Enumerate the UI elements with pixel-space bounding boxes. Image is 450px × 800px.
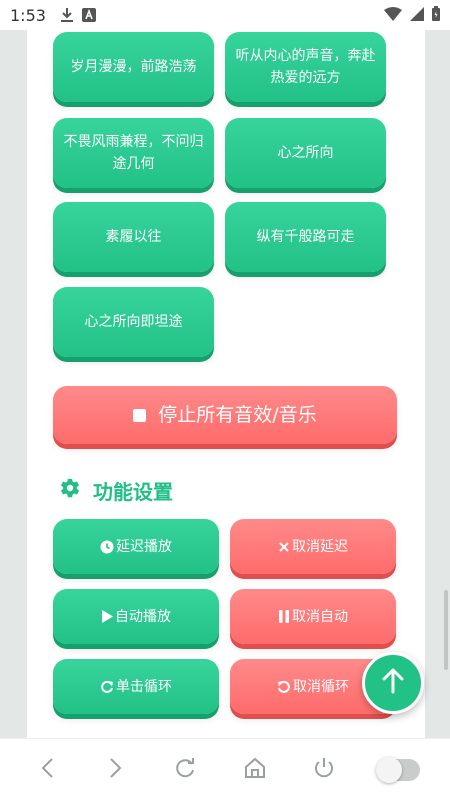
sound-button-label: 听从内心的声音，奔赴热爱的远方 (235, 48, 376, 86)
sound-button-label: 不畏风雨兼程，不问归途几何 (63, 134, 204, 172)
forward-icon (109, 757, 123, 783)
download-icon (60, 7, 74, 23)
sound-button-label: 纵有千般路可走 (256, 229, 355, 245)
cancel-delay-label: 取消延迟 (292, 538, 348, 555)
x-icon (278, 541, 290, 553)
refresh-button[interactable] (165, 750, 205, 790)
delay-play-button[interactable]: 延迟播放 (53, 519, 219, 574)
bottom-nav-bar (0, 738, 450, 800)
sound-button-label: 素履以往 (105, 229, 162, 245)
status-time: 1:53 (10, 5, 46, 25)
click-loop-label: 单击循环 (116, 678, 172, 695)
auto-play-label: 自动播放 (115, 608, 171, 625)
stop-all-button[interactable]: 停止所有音效/音乐 (53, 386, 397, 444)
home-button[interactable] (235, 750, 275, 790)
gear-icon (59, 477, 93, 504)
cancel-delay-button[interactable]: 取消延迟 (230, 519, 396, 574)
sound-button-label: 心之所向 (277, 145, 334, 161)
sound-button-2[interactable]: 听从内心的声音，奔赴热爱的远方 (225, 32, 386, 102)
undo-icon (277, 680, 291, 694)
scroll-to-top-button[interactable] (362, 652, 424, 714)
wifi-icon (384, 6, 402, 25)
click-loop-button[interactable]: 单击循环 (53, 659, 219, 714)
battery-icon (432, 5, 440, 25)
a-box-icon (81, 8, 96, 22)
power-icon (312, 756, 336, 784)
sound-button-label: 心之所向即坦途 (84, 314, 183, 330)
toggle-track (376, 756, 421, 783)
status-bar: 1:53 (0, 0, 450, 30)
back-icon (40, 757, 54, 783)
content-card: 岁月漫漫，前路浩荡 听从内心的声音，奔赴热爱的远方 不畏风雨兼程，不问归途几何 … (27, 30, 425, 738)
settings-section-title: 功能设置 (59, 476, 173, 505)
clock-icon (100, 540, 114, 554)
back-button[interactable] (27, 750, 67, 790)
redo-icon (100, 680, 114, 694)
sound-button-4[interactable]: 心之所向 (225, 118, 386, 188)
settings-title-text: 功能设置 (93, 480, 173, 504)
power-button[interactable] (304, 750, 344, 790)
auto-play-button[interactable]: 自动播放 (53, 589, 219, 644)
arrow-up-icon (381, 668, 405, 698)
cancel-auto-label: 取消自动 (292, 608, 348, 625)
signal-icon (410, 6, 424, 25)
cancel-auto-button[interactable]: 取消自动 (230, 589, 396, 644)
sound-button-5[interactable]: 素履以往 (53, 202, 214, 272)
sound-button-7[interactable]: 心之所向即坦途 (53, 287, 214, 357)
sound-button-label: 岁月漫漫，前路浩荡 (70, 59, 197, 75)
refresh-icon (173, 756, 197, 784)
pause-icon (278, 610, 290, 623)
sound-button-3[interactable]: 不畏风雨兼程，不问归途几何 (53, 118, 214, 188)
toggle-switch[interactable] (373, 750, 423, 790)
home-icon (243, 756, 267, 784)
stop-icon (133, 408, 147, 422)
toggle-knob (376, 756, 403, 783)
play-icon (101, 610, 113, 623)
cancel-loop-label: 取消循环 (293, 678, 349, 695)
sound-button-1[interactable]: 岁月漫漫，前路浩荡 (53, 32, 214, 102)
stop-all-label: 停止所有音效/音乐 (158, 404, 317, 426)
delay-play-label: 延迟播放 (116, 538, 172, 555)
forward-button[interactable] (96, 750, 136, 790)
scrollbar[interactable] (444, 590, 448, 670)
sound-button-6[interactable]: 纵有千般路可走 (225, 202, 386, 272)
